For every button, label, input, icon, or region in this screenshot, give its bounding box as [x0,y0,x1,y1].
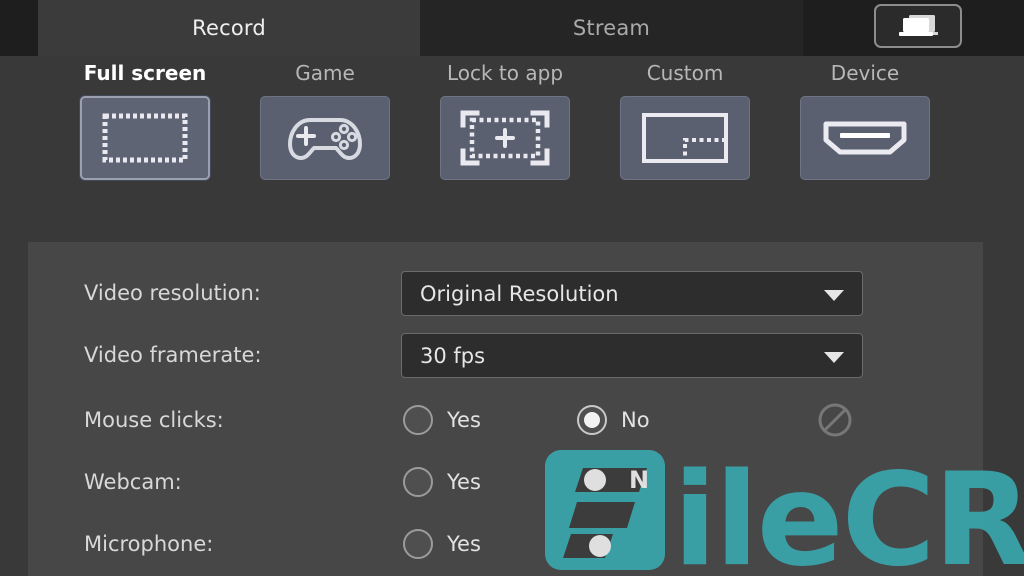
setting-row-webcam: Webcam: Yes [28,451,983,513]
video-framerate-dropdown[interactable]: 30 fps [401,333,863,378]
video-resolution-value: Original Resolution [420,281,619,306]
capture-mode-full-screen-label: Full screen [83,61,207,85]
capture-mode-custom-box [620,96,750,180]
microphone-label: Microphone: [84,532,214,556]
capture-mode-row: Full screen Game Lock to app Custom Devi… [0,56,1024,232]
video-framerate-label: Video framerate: [84,343,262,367]
capture-mode-game[interactable]: Game [234,56,416,180]
capture-mode-game-label: Game [295,61,355,85]
microphone-yes-label: Yes [447,532,481,556]
radio-circle-selected [577,405,607,435]
capture-mode-custom[interactable]: Custom [594,56,776,180]
fullscreen-dashed-rect-icon [102,113,188,163]
mouse-clicks-no-label: No [621,408,650,432]
chevron-down-icon [824,289,844,301]
settings-panel: Video resolution: Original Resolution Vi… [28,242,983,576]
tab-record-label: Record [192,16,266,40]
capture-mode-full-screen[interactable]: Full screen [54,56,236,180]
tab-record[interactable]: Record [38,0,420,56]
capture-mode-game-box [260,96,390,180]
video-resolution-dropdown[interactable]: Original Resolution [401,271,863,316]
webcam-radio-yes[interactable]: Yes [403,451,481,513]
setting-row-microphone: Microphone: Yes [28,513,983,575]
setting-row-mouse-clicks: Mouse clicks: Yes No [28,389,983,451]
mouse-clicks-radio-yes[interactable]: Yes [403,389,481,451]
microphone-radio-yes[interactable]: Yes [403,513,481,575]
webcam-label: Webcam: [84,470,182,494]
radio-circle [403,529,433,559]
setting-row-video-resolution: Video resolution: Original Resolution [28,262,983,324]
mouse-clicks-label: Mouse clicks: [84,408,224,432]
mouse-clicks-radio-no[interactable]: No [577,389,650,451]
radio-circle [403,405,433,435]
capture-mode-custom-label: Custom [646,61,724,85]
tab-stream[interactable]: Stream [420,0,803,56]
capture-mode-full-screen-box [80,96,210,180]
crop-brackets-plus-icon [460,110,550,166]
capture-mode-lock-to-app-box [440,96,570,180]
gamepad-icon [288,118,362,160]
radio-circle [403,467,433,497]
capture-mode-lock-to-app-label: Lock to app [446,61,564,85]
capture-mode-lock-to-app[interactable]: Lock to app [414,56,596,180]
setting-row-video-framerate: Video framerate: 30 fps [28,324,983,386]
hdmi-port-icon [823,121,907,155]
video-resolution-label: Video resolution: [84,281,261,305]
tab-bar: Record Stream [0,0,1024,56]
app-window: Record Stream Full screen Game Lock to a… [0,0,1024,576]
chevron-down-icon [824,351,844,363]
stacked-windows-icon [899,15,938,36]
webcam-yes-label: Yes [447,470,481,494]
prohibited-icon [818,403,852,437]
capture-mode-device-label: Device [830,61,900,85]
window-mode-button[interactable] [874,4,962,48]
tab-stream-label: Stream [572,16,651,40]
video-framerate-value: 30 fps [420,343,486,368]
capture-mode-device[interactable]: Device [774,56,956,180]
capture-mode-device-box [800,96,930,180]
mouse-clicks-yes-label: Yes [447,408,481,432]
custom-region-icon [642,113,728,163]
mouse-clicks-status-badge [816,389,854,451]
